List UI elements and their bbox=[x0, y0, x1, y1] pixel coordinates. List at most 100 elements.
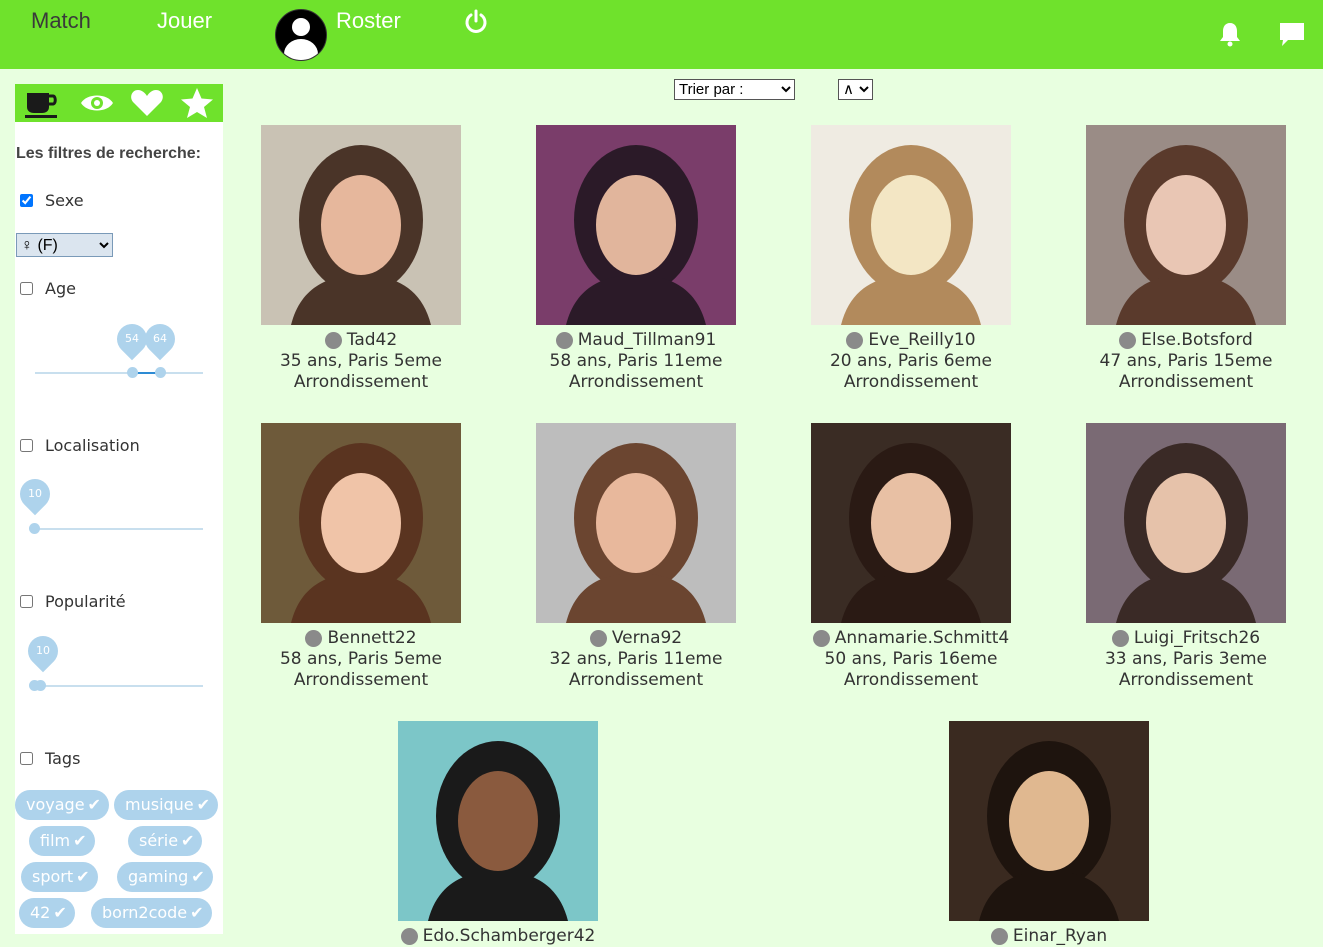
tag-chip[interactable]: voyage ✔ bbox=[15, 790, 109, 820]
profile-photo[interactable] bbox=[536, 125, 736, 325]
age-min-handle[interactable] bbox=[127, 367, 138, 378]
profile-name-row: Verna92 bbox=[536, 628, 736, 649]
tag-chip[interactable]: musique ✔ bbox=[114, 790, 219, 820]
profile-arrondissement: Arrondissement bbox=[568, 372, 704, 392]
profile-name[interactable]: Edo.Schamberger42 bbox=[423, 926, 596, 947]
sexe-checkbox[interactable] bbox=[20, 194, 33, 207]
profile-arrondissement: Arrondissement bbox=[843, 670, 979, 690]
localisation-handle[interactable] bbox=[29, 523, 40, 534]
localisation-pin: 10 bbox=[13, 472, 57, 516]
profile-arrondissement: Arrondissement bbox=[293, 372, 429, 392]
profile-age-location: 20 ans, Paris 6eme bbox=[829, 351, 993, 371]
profile-name[interactable]: Einar_Ryan bbox=[1013, 926, 1107, 947]
sort-direction-select[interactable]: ∧ bbox=[838, 79, 873, 100]
profile-photo[interactable] bbox=[1086, 125, 1286, 325]
profile-name[interactable]: Else.Botsford bbox=[1141, 330, 1253, 351]
profile-name[interactable]: Annamarie.Schmitt4 bbox=[835, 628, 1010, 649]
nav-jouer-link[interactable]: Jouer bbox=[157, 8, 212, 34]
profile-name[interactable]: Tad42 bbox=[347, 330, 397, 351]
sort-by-select[interactable]: Trier par : bbox=[674, 79, 795, 100]
tags-checkbox[interactable] bbox=[20, 752, 33, 765]
profile-photo[interactable] bbox=[536, 423, 736, 623]
profile-name[interactable]: Verna92 bbox=[612, 628, 682, 649]
nav-match-link[interactable]: Match bbox=[31, 8, 91, 34]
profile-card[interactable]: Tad42 35 ans, Paris 5eme Arrondissement bbox=[261, 125, 461, 393]
profile-name[interactable]: Eve_Reilly10 bbox=[868, 330, 975, 351]
eye-icon[interactable] bbox=[79, 87, 115, 119]
age-slider[interactable]: 54 64 bbox=[35, 317, 203, 392]
star-icon[interactable] bbox=[179, 87, 215, 119]
heart-icon[interactable] bbox=[129, 87, 165, 119]
tag-chip[interactable]: gaming ✔ bbox=[117, 862, 213, 892]
popularite-slider[interactable]: 10 bbox=[21, 629, 203, 705]
localisation-checkbox[interactable] bbox=[20, 439, 33, 452]
filters-title: Les filtres de recherche: bbox=[16, 145, 201, 162]
bell-icon[interactable] bbox=[1217, 21, 1243, 47]
check-icon: ✔ bbox=[76, 867, 90, 886]
status-dot-icon bbox=[990, 928, 1008, 945]
age-max-value: 64 bbox=[153, 332, 167, 345]
profile-age-location: 50 ans, Paris 16eme bbox=[824, 649, 998, 669]
profile-name[interactable]: Luigi_Fritsch26 bbox=[1134, 628, 1260, 649]
status-dot-icon bbox=[324, 332, 342, 349]
popularite-pin: 10 bbox=[21, 629, 65, 673]
profile-age-location: 58 ans, Paris 5eme bbox=[279, 649, 443, 669]
tag-chip[interactable]: 42 ✔ bbox=[19, 898, 75, 928]
profile-card[interactable]: Else.Botsford 47 ans, Paris 15eme Arrondis… bbox=[1086, 125, 1286, 393]
profile-name[interactable]: Maud_Tillman91 bbox=[578, 330, 717, 351]
status-dot-icon bbox=[400, 928, 418, 945]
profile-card[interactable]: Annamarie.Schmitt4 50 ans, Paris 16eme Arr… bbox=[811, 423, 1011, 691]
user-avatar[interactable] bbox=[275, 9, 327, 61]
age-min-value: 54 bbox=[125, 332, 139, 345]
profile-card[interactable]: Edo.Schamberger42 bbox=[398, 721, 598, 947]
profile-card[interactable]: Maud_Tillman91 58 ans, Paris 11eme Arrondi… bbox=[536, 125, 736, 393]
tag-chip[interactable]: sport ✔ bbox=[21, 862, 98, 892]
chat-icon[interactable] bbox=[1278, 21, 1306, 47]
profile-age-location: 33 ans, Paris 3eme bbox=[1104, 649, 1268, 669]
age-max-handle[interactable] bbox=[155, 367, 166, 378]
profile-card[interactable]: Einar_Ryan bbox=[949, 721, 1149, 947]
tag-chip[interactable]: série ✔ bbox=[128, 826, 203, 856]
profile-name[interactable]: Bennett22 bbox=[327, 628, 416, 649]
check-icon: ✔ bbox=[87, 795, 101, 814]
popularite-checkbox[interactable] bbox=[20, 595, 33, 608]
popularite-handle-max[interactable] bbox=[35, 680, 46, 691]
check-icon: ✔ bbox=[191, 867, 205, 886]
profile-photo[interactable] bbox=[398, 721, 598, 921]
profile-name-row: Edo.Schamberger42 bbox=[398, 926, 598, 947]
profile-photo[interactable] bbox=[949, 721, 1149, 921]
tag-chip[interactable]: born2code ✔ bbox=[91, 898, 212, 928]
profile-card[interactable]: Eve_Reilly10 20 ans, Paris 6eme Arrondisse… bbox=[811, 125, 1011, 393]
profile-age-location: 32 ans, Paris 11eme bbox=[549, 649, 723, 669]
status-dot-icon bbox=[305, 630, 323, 647]
profile-card[interactable]: Bennett22 58 ans, Paris 5eme Arrondissemen… bbox=[261, 423, 461, 691]
tag-label: sport bbox=[32, 867, 74, 886]
localisation-filter-row: Localisation bbox=[20, 436, 140, 455]
profile-photo[interactable] bbox=[811, 125, 1011, 325]
profile-photo[interactable] bbox=[811, 423, 1011, 623]
profile-photo[interactable] bbox=[261, 125, 461, 325]
nav-roster-link[interactable]: Roster bbox=[336, 8, 401, 34]
power-icon[interactable] bbox=[462, 8, 490, 36]
tag-label: série bbox=[139, 831, 179, 850]
profile-photo[interactable] bbox=[261, 423, 461, 623]
profile-arrondissement: Arrondissement bbox=[1118, 372, 1254, 392]
status-dot-icon bbox=[589, 630, 607, 647]
profile-card[interactable]: Verna92 32 ans, Paris 11eme Arrondissement bbox=[536, 423, 736, 691]
coffee-icon[interactable] bbox=[23, 87, 59, 119]
profile-card[interactable]: Luigi_Fritsch26 33 ans, Paris 3eme Arrondi… bbox=[1086, 423, 1286, 691]
age-label: Age bbox=[45, 279, 76, 298]
age-max-pin: 64 bbox=[138, 317, 182, 361]
profile-arrondissement: Arrondissement bbox=[568, 670, 704, 690]
popularite-filter-row: Popularité bbox=[20, 592, 126, 611]
age-checkbox[interactable] bbox=[20, 282, 33, 295]
profile-name-row: Bennett22 bbox=[261, 628, 461, 649]
tag-label: voyage bbox=[26, 795, 85, 814]
profile-age-location: 35 ans, Paris 5eme bbox=[279, 351, 443, 371]
profile-name-row: Maud_Tillman91 bbox=[536, 330, 736, 351]
popularite-value: 10 bbox=[36, 644, 50, 657]
profile-photo[interactable] bbox=[1086, 423, 1286, 623]
sexe-select[interactable]: ♀ (F) bbox=[16, 233, 113, 257]
tag-chip[interactable]: film ✔ bbox=[29, 826, 95, 856]
localisation-slider[interactable]: 10 bbox=[13, 472, 203, 548]
